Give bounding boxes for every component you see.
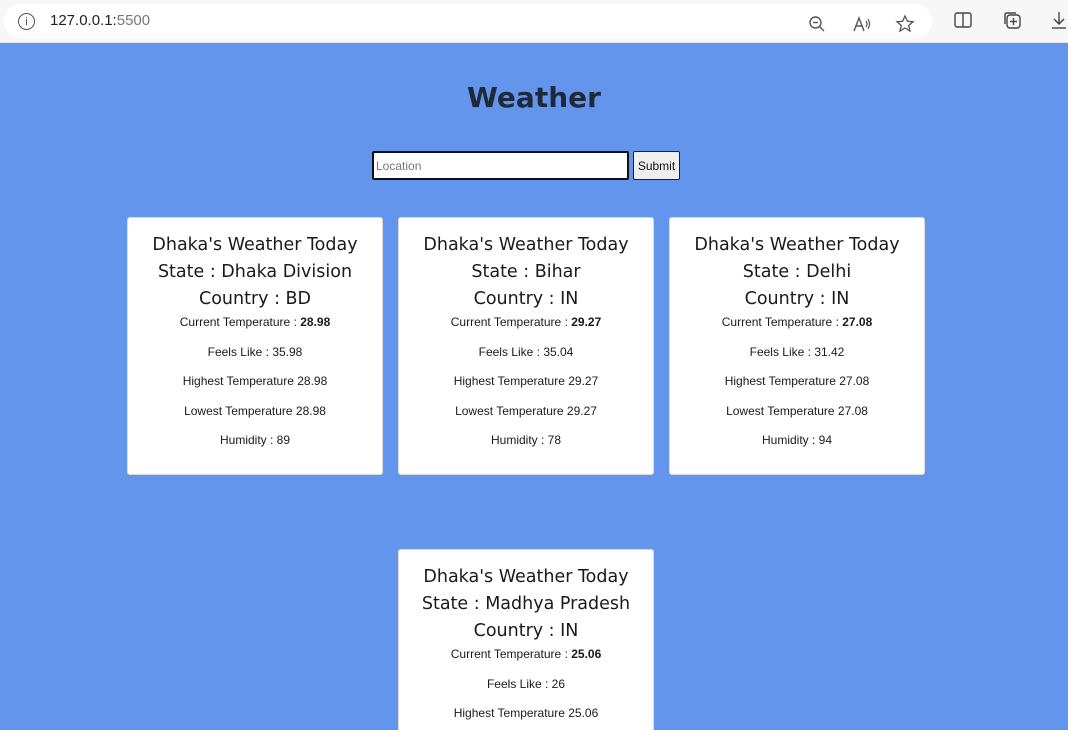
card-heading: Dhaka's Weather Today <box>423 235 629 255</box>
page-title: Weather <box>467 81 601 114</box>
card-country: Country : IN <box>473 289 579 309</box>
highest-temperature: Highest Temperature 27.08 <box>724 374 870 388</box>
card-heading: Dhaka's Weather Today <box>694 235 900 255</box>
card-state: State : Dhaka Division <box>157 262 353 282</box>
weather-page: Weather Submit Dhaka's Weather Today Sta… <box>0 43 1068 730</box>
card-heading: Dhaka's Weather Today <box>152 235 358 255</box>
card-country: Country : BD <box>198 289 312 309</box>
current-temperature: Current Temperature : 25.06 <box>450 647 602 661</box>
feels-like: Feels Like : 26 <box>486 676 566 691</box>
search-form: Submit <box>372 151 680 181</box>
lowest-temperature: Lowest Temperature 28.98 <box>184 403 326 418</box>
card-state: State : Bihar <box>471 262 581 282</box>
lowest-temperature: Lowest Temperature 29.27 <box>455 403 597 418</box>
feels-like: Feels Like : 35.04 <box>478 344 574 359</box>
weather-card: Dhaka's Weather Today State : Bihar Coun… <box>398 217 654 475</box>
read-aloud-icon[interactable] <box>851 13 873 35</box>
feels-like: Feels Like : 31.42 <box>749 344 845 359</box>
current-temperature: Current Temperature : 29.27 <box>450 315 602 329</box>
current-temperature-value: 27.08 <box>842 315 873 329</box>
card-state: State : Madhya Pradesh <box>421 594 631 614</box>
current-temperature: Current Temperature : 28.98 <box>179 315 331 329</box>
collections-icon[interactable] <box>1001 9 1023 31</box>
current-temperature-value: 25.06 <box>571 647 602 661</box>
feels-like: Feels Like : 35.98 <box>207 344 303 359</box>
highest-temperature: Highest Temperature 28.98 <box>182 374 328 388</box>
favorite-star-icon[interactable] <box>894 13 916 35</box>
card-country: Country : IN <box>744 289 850 309</box>
highest-temperature: Highest Temperature 25.06 <box>453 706 599 720</box>
humidity: Humidity : 78 <box>490 433 562 447</box>
split-screen-icon[interactable] <box>952 9 974 31</box>
zoom-out-icon[interactable] <box>806 13 828 35</box>
humidity: Humidity : 94 <box>761 433 833 447</box>
card-heading: Dhaka's Weather Today <box>423 567 629 587</box>
current-temperature: Current Temperature : 27.08 <box>721 315 873 329</box>
weather-card: Dhaka's Weather Today State : Delhi Coun… <box>669 217 925 475</box>
lowest-temperature: Lowest Temperature 27.08 <box>726 403 868 418</box>
current-temperature-value: 28.98 <box>300 315 331 329</box>
weather-card: Dhaka's Weather Today State : Madhya Pra… <box>398 549 654 730</box>
address-bar[interactable]: i 127.0.0.1:5500 <box>4 4 932 38</box>
url-port: 5500 <box>116 12 151 29</box>
site-info-icon[interactable]: i <box>18 13 35 30</box>
location-input[interactable] <box>372 151 629 180</box>
browser-toolbar: i 127.0.0.1:5500 <box>0 0 1068 43</box>
humidity: Humidity : 89 <box>219 433 291 447</box>
url-text[interactable]: 127.0.0.1:5500 <box>50 12 150 29</box>
weather-card: Dhaka's Weather Today State : Dhaka Divi… <box>127 217 383 475</box>
url-host: 127.0.0.1: <box>50 12 117 29</box>
card-country: Country : IN <box>473 621 579 641</box>
card-state: State : Delhi <box>742 262 852 282</box>
submit-button[interactable]: Submit <box>633 151 680 180</box>
highest-temperature: Highest Temperature 29.27 <box>453 374 599 388</box>
current-temperature-value: 29.27 <box>571 315 602 329</box>
download-icon[interactable] <box>1048 9 1068 31</box>
